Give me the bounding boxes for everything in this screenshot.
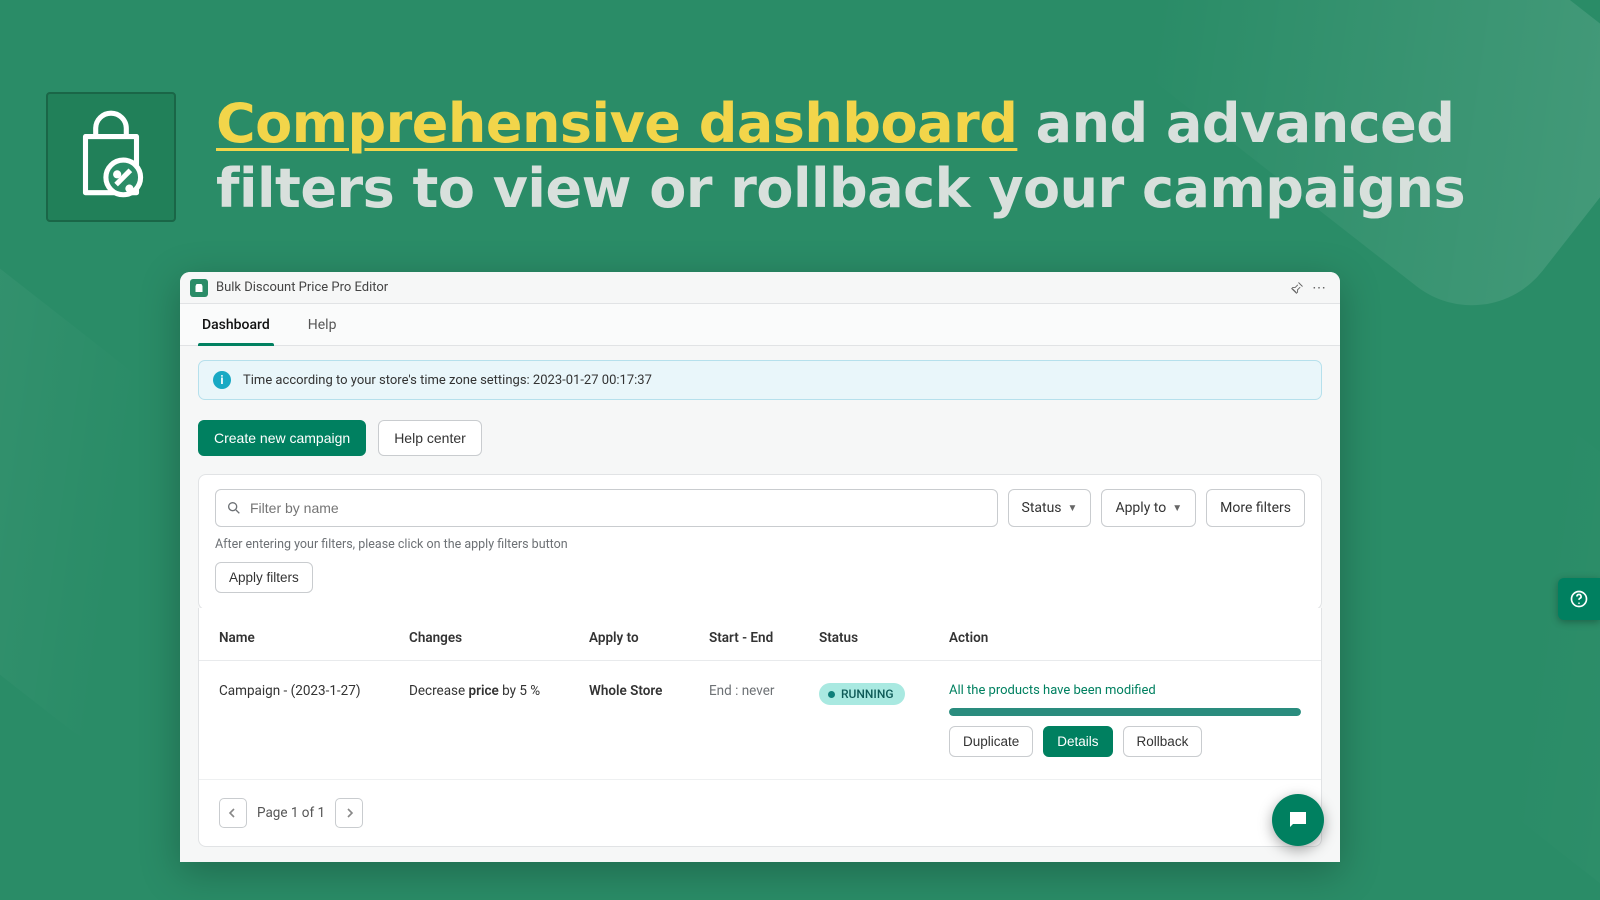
- search-input[interactable]: [250, 500, 987, 516]
- timezone-banner: i Time according to your store's time zo…: [198, 360, 1322, 400]
- more-filters-button[interactable]: More filters: [1206, 489, 1305, 527]
- caret-down-icon: ▼: [1172, 503, 1182, 514]
- cell-changes: Decrease price by 5 %: [409, 683, 589, 699]
- cell-apply-to: Whole Store: [589, 683, 709, 699]
- status-filter[interactable]: Status▼: [1008, 489, 1092, 527]
- title-bar: Bulk Discount Price Pro Editor ⋯: [180, 272, 1340, 304]
- search-input-wrap[interactable]: [215, 489, 998, 527]
- question-icon: [1569, 589, 1589, 609]
- chevron-right-icon: [344, 808, 354, 818]
- hero-headline: Comprehensive dashboard and advanced fil…: [216, 92, 1540, 222]
- chat-icon: [1286, 808, 1310, 832]
- details-button[interactable]: Details: [1043, 726, 1112, 757]
- rollback-button[interactable]: Rollback: [1123, 726, 1203, 757]
- more-icon[interactable]: ⋯: [1308, 277, 1330, 299]
- filters-panel: Status▼ Apply to▼ More filters After ent…: [198, 474, 1322, 610]
- apply-to-filter[interactable]: Apply to▼: [1101, 489, 1196, 527]
- status-badge: RUNNING: [819, 683, 905, 705]
- create-campaign-button[interactable]: Create new campaign: [198, 420, 366, 456]
- campaigns-table: Name Changes Apply to Start - End Status…: [198, 608, 1322, 847]
- col-start-end: Start - End: [709, 630, 819, 646]
- prev-page-button[interactable]: [219, 798, 247, 828]
- table-row: Campaign - (2023-1-27) Decrease price by…: [199, 661, 1321, 780]
- apply-filters-button[interactable]: Apply filters: [215, 562, 313, 593]
- app-logo: [46, 92, 176, 222]
- pagination: Page 1 of 1: [199, 780, 1321, 846]
- tab-dashboard[interactable]: Dashboard: [198, 304, 274, 345]
- caret-down-icon: ▼: [1068, 503, 1078, 514]
- col-name: Name: [219, 630, 409, 646]
- search-icon: [226, 500, 242, 516]
- cell-action: All the products have been modified Dupl…: [949, 683, 1301, 757]
- side-help-tab[interactable]: [1558, 578, 1600, 620]
- app-title: Bulk Discount Price Pro Editor: [216, 280, 388, 295]
- tab-help[interactable]: Help: [304, 304, 341, 345]
- info-icon: i: [213, 371, 231, 389]
- help-center-button[interactable]: Help center: [378, 420, 482, 456]
- pin-icon[interactable]: [1286, 277, 1308, 299]
- chat-button[interactable]: [1272, 794, 1324, 846]
- col-changes: Changes: [409, 630, 589, 646]
- col-action: Action: [949, 630, 1301, 646]
- filter-hint: After entering your filters, please clic…: [215, 537, 1305, 552]
- chevron-left-icon: [228, 808, 238, 818]
- cell-name: Campaign - (2023-1-27): [219, 683, 409, 699]
- progress-bar: [949, 708, 1301, 716]
- cell-status: RUNNING: [819, 683, 949, 705]
- col-status: Status: [819, 630, 949, 646]
- duplicate-button[interactable]: Duplicate: [949, 726, 1033, 757]
- page-label: Page 1 of 1: [257, 805, 325, 821]
- app-icon: [190, 279, 208, 297]
- app-window: Bulk Discount Price Pro Editor ⋯ Dashboa…: [180, 272, 1340, 862]
- action-message: All the products have been modified: [949, 683, 1301, 698]
- next-page-button[interactable]: [335, 798, 363, 828]
- cell-start-end: End : never: [709, 683, 819, 699]
- col-apply-to: Apply to: [589, 630, 709, 646]
